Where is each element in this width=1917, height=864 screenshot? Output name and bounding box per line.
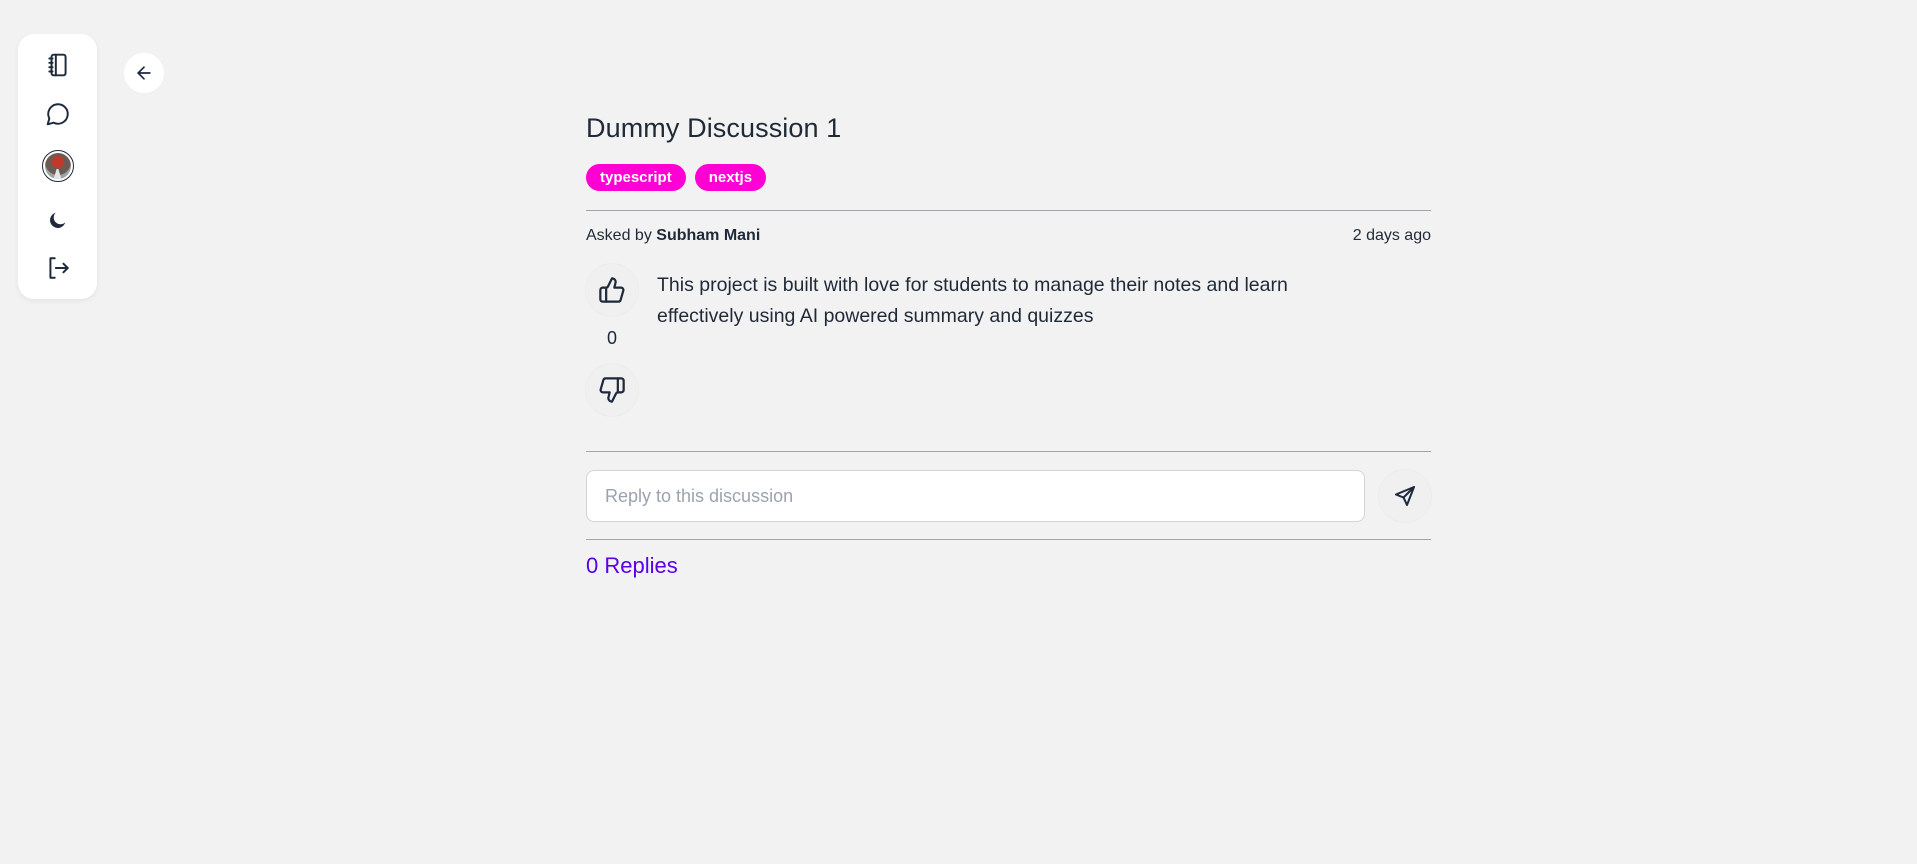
logout-button[interactable] (42, 252, 74, 284)
author-name: Subham Mani (656, 227, 761, 244)
tag-list: typescript nextjs (586, 164, 1431, 191)
send-reply-button[interactable] (1379, 470, 1431, 522)
tag-nextjs[interactable]: nextjs (694, 164, 767, 191)
discussion-meta: Asked by Subham Mani 2 days ago (586, 226, 1431, 246)
discussion-body: This project is built with love for stud… (657, 274, 1288, 327)
asked-by-label: Asked by (586, 227, 652, 244)
logout-icon (48, 257, 69, 279)
sidebar-item-discussions[interactable] (42, 98, 74, 130)
thumbs-down-icon (599, 377, 625, 403)
discussion-main: Dummy Discussion 1 typescript nextjs Ask… (586, 108, 1431, 580)
thumbs-up-icon (599, 277, 625, 303)
reply-form (586, 470, 1431, 522)
author-line: Asked by Subham Mani (586, 226, 760, 246)
tag-typescript[interactable]: typescript (586, 164, 686, 191)
back-button[interactable] (124, 53, 164, 93)
chat-bubble-icon (46, 103, 69, 126)
page-title: Dummy Discussion 1 (586, 113, 842, 143)
notebook-icon (47, 53, 67, 77)
divider (586, 539, 1431, 540)
theme-toggle-button[interactable] (42, 204, 74, 236)
avatar (41, 150, 74, 182)
sidebar (18, 34, 97, 299)
upvote-button[interactable] (586, 264, 638, 316)
divider (586, 210, 1431, 211)
reply-input[interactable] (586, 470, 1365, 522)
replies-count: 0 Replies (586, 553, 678, 578)
vote-count: 0 (606, 328, 617, 348)
discussion-post: 0 This project is built with love for st… (586, 246, 1431, 451)
send-icon (1395, 486, 1415, 506)
moon-icon (49, 212, 65, 228)
timestamp: 2 days ago (1352, 227, 1431, 244)
arrow-left-icon (137, 66, 151, 80)
divider (586, 451, 1431, 452)
sidebar-item-notes[interactable] (42, 49, 74, 81)
sidebar-item-profile[interactable] (41, 150, 74, 182)
downvote-button[interactable] (586, 364, 638, 416)
